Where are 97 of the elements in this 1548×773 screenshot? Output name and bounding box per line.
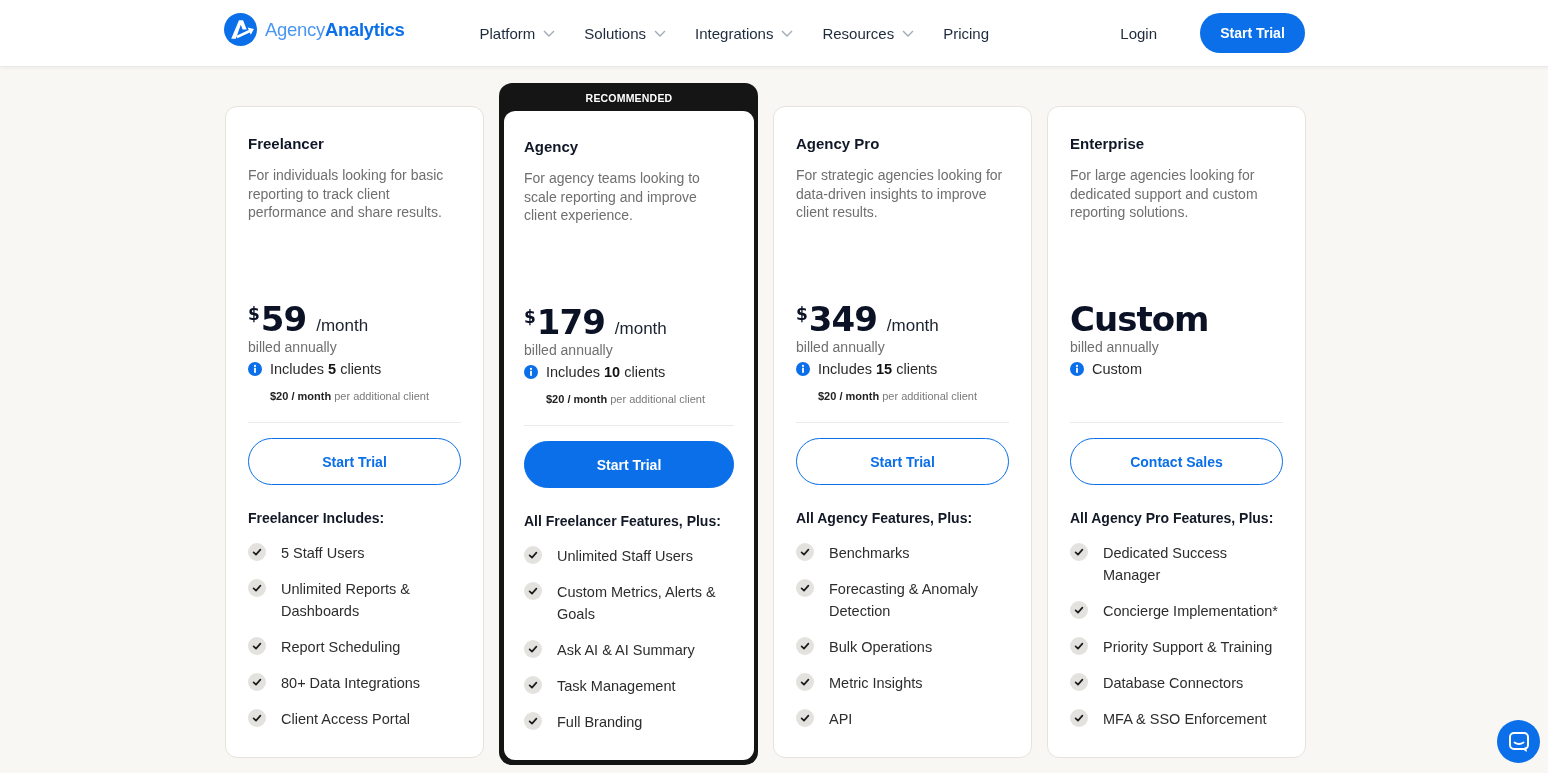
plan-description: For agency teams looking to scale reporting and improve client experience. [524, 169, 701, 226]
feature-text: 80+ Data Integrations [281, 674, 421, 693]
feature-text: Custom Metrics, Alerts & Goals [557, 583, 717, 624]
feature-text: Forecasting & Anomaly Detection [829, 580, 980, 621]
plan-description: For strategic agencies looking for data-driven insights to improve client results. [796, 166, 1004, 223]
check-icon [248, 543, 266, 561]
billing-note: billed annually [796, 338, 886, 356]
chevron-down-icon [543, 29, 556, 37]
plan-cta-button[interactable]: Contact Sales [1070, 438, 1283, 485]
feature-text: Metric Insights [829, 674, 923, 693]
check-icon [1070, 601, 1088, 619]
price-amount: 349 [808, 300, 877, 338]
chat-launcher-button[interactable] [1497, 720, 1540, 763]
features-heading: Freelancer Includes: [248, 509, 386, 527]
info-icon [796, 362, 810, 376]
check-icon [796, 637, 814, 655]
info-icon [248, 362, 262, 376]
check-icon [1070, 637, 1088, 655]
plan-name: Agency [524, 137, 580, 157]
recommended-label: RECOMMENDED [584, 91, 674, 106]
feature-text: Report Scheduling [281, 638, 401, 657]
client-allowance: Custom [1092, 360, 1142, 378]
login-link[interactable]: Login [1120, 24, 1157, 42]
billing-note: billed annually [1070, 338, 1160, 356]
currency-symbol: $ [796, 304, 808, 324]
plan-name: Enterprise [1070, 134, 1146, 154]
chevron-down-icon [781, 29, 794, 37]
check-icon [524, 546, 542, 564]
feature-text: Full Branding [557, 713, 643, 732]
feature-text: Client Access Portal [281, 710, 410, 729]
feature-text: Bulk Operations [829, 638, 933, 657]
feature-text: Concierge Implementation* [1103, 602, 1278, 621]
nav-menu-link[interactable]: Pricing [943, 24, 989, 42]
feature-text: Unlimited Staff Users [557, 547, 693, 566]
feature-text: Database Connectors [1103, 674, 1244, 693]
additional-client-price: $20 / month per additional client [818, 389, 978, 404]
price-period: /month [886, 316, 939, 336]
feature-text: Benchmarks [829, 544, 910, 563]
feature-text: API [829, 710, 853, 729]
price-amount: Custom [1070, 300, 1209, 338]
additional-client-price: $20 / month per additional client [270, 389, 430, 404]
chevron-down-icon [902, 29, 915, 37]
price-amount: 59 [260, 300, 307, 338]
chat-bubble-icon [1507, 730, 1530, 753]
plan-name: Agency Pro [796, 134, 881, 154]
info-icon [1070, 362, 1084, 376]
logo-text[interactable]: AgencyAnalytics [265, 18, 405, 41]
client-allowance: Includes 10 clients [546, 363, 666, 381]
check-icon [248, 637, 266, 655]
check-icon [248, 579, 266, 597]
feature-text: Dedicated Success Manager [1103, 544, 1229, 585]
feature-text: Unlimited Reports & Dashboards [281, 580, 411, 621]
check-icon [1070, 543, 1088, 561]
check-icon [796, 579, 814, 597]
check-icon [1070, 673, 1088, 691]
nav-menu-link[interactable]: Integrations [695, 24, 794, 42]
billing-note: billed annually [524, 341, 614, 359]
check-icon [524, 712, 542, 730]
price-amount: 179 [536, 303, 605, 341]
header-cta-button[interactable]: Start Trial [1200, 13, 1305, 53]
check-icon [248, 673, 266, 691]
plan-cta-button[interactable]: Start Trial [248, 438, 461, 485]
plan-description: For individuals looking for basic reporting to track client performance and share results. [248, 166, 445, 223]
check-icon [248, 709, 266, 727]
plan-cta-button[interactable]: Start Trial [796, 438, 1009, 485]
feature-text: Ask AI & AI Summary [557, 641, 695, 660]
check-icon [796, 543, 814, 561]
check-icon [796, 673, 814, 691]
chevron-down-icon [654, 29, 667, 37]
price-period: /month [316, 316, 369, 336]
check-icon [524, 676, 542, 694]
feature-text: MFA & SSO Enforcement [1103, 710, 1267, 729]
logo-icon[interactable] [224, 13, 257, 46]
nav-menu-link[interactable]: Resources [822, 24, 915, 42]
features-heading: All Agency Features, Plus: [796, 509, 974, 527]
feature-text: Priority Support & Training [1103, 638, 1273, 657]
billing-note: billed annually [248, 338, 338, 356]
nav-menu-link[interactable]: Platform [479, 24, 556, 42]
price-period: /month [614, 319, 667, 339]
feature-text: Task Management [557, 677, 676, 696]
features-heading: All Freelancer Features, Plus: [524, 512, 722, 530]
currency-symbol: $ [248, 304, 260, 324]
nav-menu-link[interactable]: Solutions [584, 24, 667, 42]
plan-cta-button[interactable]: Start Trial [524, 441, 734, 488]
check-icon [524, 582, 542, 600]
currency-symbol: $ [524, 307, 536, 327]
client-allowance: Includes 15 clients [818, 360, 938, 378]
additional-client-price: $20 / month per additional client [546, 392, 706, 407]
feature-text: 5 Staff Users [281, 544, 365, 563]
check-icon [1070, 709, 1088, 727]
check-icon [796, 709, 814, 727]
info-icon [524, 365, 538, 379]
plan-description: For large agencies looking for dedicated support and custom reporting solutions. [1070, 166, 1259, 223]
client-allowance: Includes 5 clients [270, 360, 382, 378]
plan-name: Freelancer [248, 134, 325, 154]
check-icon [524, 640, 542, 658]
features-heading: All Agency Pro Features, Plus: [1070, 509, 1275, 527]
